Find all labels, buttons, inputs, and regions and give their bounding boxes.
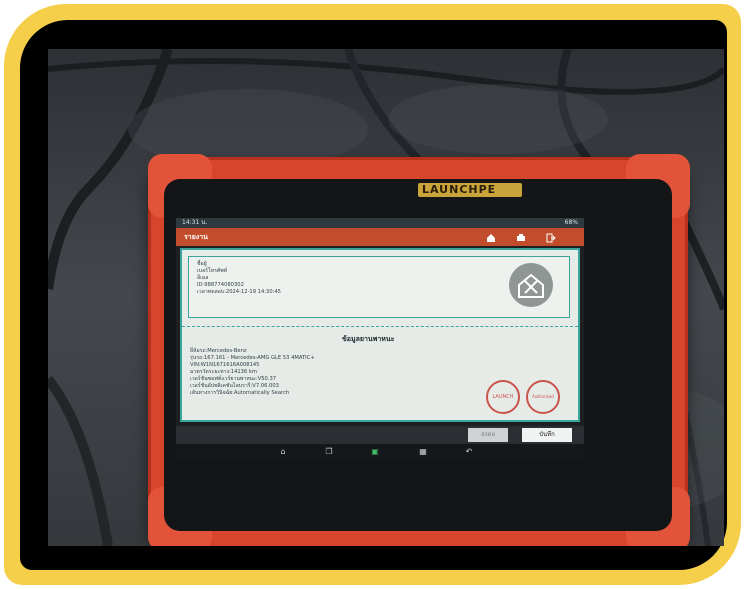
info-line: เวลาทดสอบ:2024-12-19 14:30:45 [197,289,281,295]
info-line: เบอร์โทรศัพท์ [197,268,228,274]
vehicle-line: มาตรวัดระยะทาง:14136 km [190,369,257,375]
brand-label: LAUNCHPE [418,183,522,197]
report-panel: ชื่อผู้ เบอร์โทรศัพท์ อีเมล ID:988774080… [180,248,580,422]
home-icon[interactable] [486,232,496,242]
vehicle-line: รุ่นรถ:167.161 - Mercedes-AMG GLE 53 4MA… [190,355,315,361]
status-time: 14:31 น. [182,219,208,226]
page-title: รายงาน [184,233,208,241]
section-title: ข้อมูลยานพาหนะ [342,335,395,343]
exit-icon[interactable] [546,232,556,243]
divider [182,326,578,327]
image-frame: LAUNCHPE 14:31 น. 68% รายงาน ชื่อผู้ เบอ… [0,0,745,589]
vehicle-line: เส้นทางการวินิจฉัย:Automatically Search [190,390,290,396]
workshop-logo-icon [509,263,553,307]
app-bar: รายงาน [176,228,584,246]
info-line: อีเมล [197,275,209,281]
vehicle-line: เวอร์ชันซอฟต์แวร์ยานพาหนะ:V50.37 [190,376,277,382]
info-line: ID:988774080302 [197,282,244,288]
share-button[interactable]: ส่งต่อ [468,428,508,442]
print-icon[interactable] [516,232,526,242]
save-button[interactable]: บันทึก [522,428,572,442]
info-line: ชื่อผู้ [197,261,207,267]
back-icon[interactable]: ↶ [464,448,474,456]
recent-apps-icon[interactable]: ❐ [324,448,334,456]
customer-info-box: ชื่อผู้ เบอร์โทรศัพท์ อีเมล ID:988774080… [188,256,570,318]
vehicle-line: เวอร์ชันอัปพลิเคชันไลบรารี:V7.06.003 [190,383,279,389]
navigation-bar: ⌂ ❐ ▣ ▦ ↶ [176,444,584,460]
vehicle-line: VIN:W1N1671616A008145 [190,362,260,368]
car-diagnostic-icon[interactable]: ▣ [370,448,380,456]
action-bar: ส่งต่อ บันทึก [176,426,584,444]
vehicle-line: ยี่ห้อรถ:Mercedes-Benz [190,348,247,354]
status-bar: 14:31 น. 68% [176,218,584,228]
authorized-stamp: Authorized [526,380,560,414]
tablet-screen: 14:31 น. 68% รายงาน ชื่อผู้ เบอร์โทรศัพท… [176,218,584,460]
launch-stamp: LAUNCH [486,380,520,414]
home-icon[interactable]: ⌂ [278,448,288,456]
battery-level: 68% [564,219,578,226]
gallery-icon[interactable]: ▦ [418,448,428,456]
